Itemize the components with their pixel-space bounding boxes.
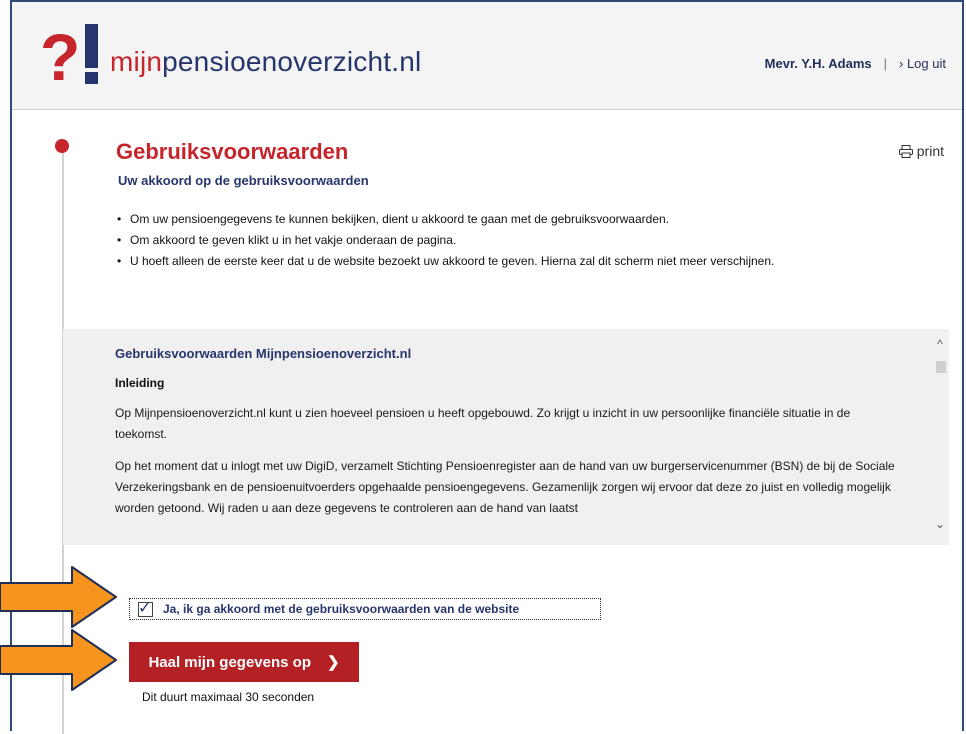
- logo-icon[interactable]: ?: [40, 20, 110, 86]
- svg-text:?: ?: [40, 20, 80, 86]
- user-name: Mevr. Y.H. Adams: [764, 56, 872, 71]
- chevron-right-icon: ❯: [326, 654, 340, 671]
- orange-arrow-icon: [0, 629, 117, 691]
- instruction-item: Om akkoord te geven klikt u in het vakje…: [116, 231, 816, 249]
- terms-heading: Gebruiksvoorwaarden Mijnpensioenoverzich…: [115, 346, 412, 361]
- instruction-item: Om uw pensioengegevens te kunnen bekijke…: [116, 210, 816, 228]
- site-logo-text[interactable]: mijnpensioenoverzicht.nl: [110, 46, 421, 78]
- print-label: print: [916, 143, 944, 159]
- terms-scroll-box[interactable]: Gebruiksvoorwaarden Mijnpensioenoverzich…: [63, 329, 949, 545]
- checkmark-icon: ✓: [138, 599, 152, 617]
- timeline-step-dot: [55, 139, 69, 153]
- printer-icon: [898, 144, 913, 158]
- logo-text-mijn: mijn: [110, 46, 163, 77]
- terms-paragraph: Op Mijnpensioenoverzicht.nl kunt u zien …: [115, 406, 851, 441]
- user-separator: |: [883, 56, 888, 71]
- fetch-data-button[interactable]: Haal mijn gegevens op ❯: [129, 642, 359, 682]
- logo-text-domain: .nl: [391, 46, 422, 77]
- logo-text-pensioenoverzicht: pensioenoverzicht: [162, 46, 392, 77]
- terms-scrollbar[interactable]: ^ ⌄: [931, 329, 949, 545]
- duration-note: Dit duurt maximaal 30 seconden: [142, 690, 315, 704]
- print-button[interactable]: print: [898, 143, 944, 159]
- consent-label[interactable]: Ja, ik ga akkoord met de gebruiksvoorwaa…: [163, 602, 519, 616]
- chevron-down-icon[interactable]: ⌄: [933, 517, 947, 531]
- logout-link[interactable]: › Log uit: [899, 56, 946, 71]
- orange-arrow-icon: [0, 566, 117, 628]
- site-header: ? mijnpensioenoverzicht.nl Mevr. Y.H. Ad…: [12, 2, 962, 110]
- fetch-data-button-label: Haal mijn gegevens op: [148, 653, 311, 671]
- scrollbar-thumb[interactable]: [936, 361, 946, 373]
- terms-section-title: Inleiding: [115, 376, 165, 390]
- page-subtitle: Uw akkoord op de gebruiksvoorwaarden: [118, 173, 369, 188]
- page-title: Gebruiksvoorwaarden: [116, 139, 349, 164]
- chevron-up-icon[interactable]: ^: [933, 337, 947, 351]
- instructions-list: Om uw pensioengegevens te kunnen bekijke…: [116, 210, 816, 273]
- terms-paragraph: Op het moment dat u inlogt met uw DigiD,…: [115, 459, 895, 515]
- instruction-item: U hoeft alleen de eerste keer dat u de w…: [116, 252, 816, 270]
- user-menu: Mevr. Y.H. Adams | › Log uit: [765, 56, 946, 71]
- consent-checkbox-row[interactable]: ✓ Ja, ik ga akkoord met de gebruiksvoorw…: [129, 598, 601, 620]
- terms-content: Gebruiksvoorwaarden Mijnpensioenoverzich…: [115, 343, 905, 530]
- consent-checkbox[interactable]: ✓: [138, 600, 153, 617]
- browser-frame: ? mijnpensioenoverzicht.nl Mevr. Y.H. Ad…: [10, 0, 964, 734]
